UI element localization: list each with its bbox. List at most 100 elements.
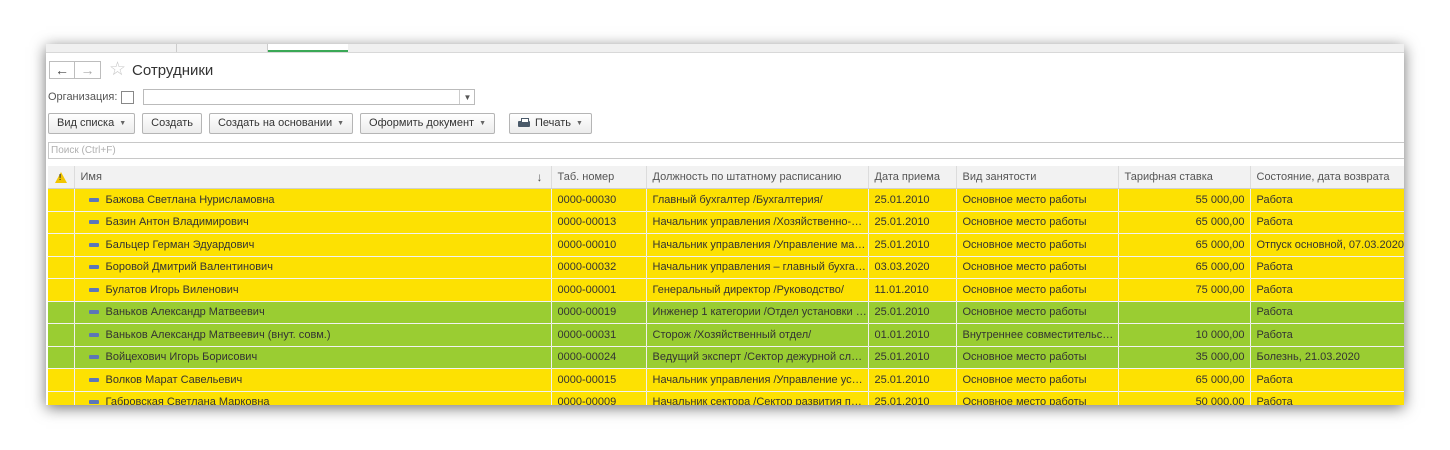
star-icon[interactable]: ☆ bbox=[109, 60, 126, 79]
employees-window: ← → ☆ Сотрудники Организация: ▼ Вид спис… bbox=[46, 44, 1404, 405]
column-header-employment-type[interactable]: Вид занятости bbox=[956, 166, 1119, 189]
employee-icon bbox=[88, 197, 99, 202]
cell-hire-date: 11.01.2010 bbox=[868, 278, 957, 302]
employee-icon bbox=[88, 400, 99, 405]
cell-tariff-rate: 65 000,00 bbox=[1118, 256, 1251, 279]
column-header-tab-number[interactable]: Таб. номер bbox=[551, 166, 647, 189]
employee-icon bbox=[88, 220, 99, 225]
cell-name: Боровой Дмитрий Валентинович bbox=[74, 256, 552, 279]
cell-status: Работа bbox=[1250, 301, 1404, 324]
employee-icon bbox=[88, 265, 99, 270]
back-button[interactable]: ← bbox=[49, 61, 75, 79]
employee-name: Булатов Игорь Виленович bbox=[105, 283, 239, 296]
issue-document-button[interactable]: Оформить документ ▼ bbox=[360, 112, 495, 134]
cell-tab-number: 0000-00001 bbox=[551, 278, 647, 302]
print-button[interactable]: Печать ▼ bbox=[509, 112, 592, 134]
cell-status: Работа bbox=[1250, 323, 1404, 347]
employee-icon bbox=[88, 355, 99, 360]
warning-cell bbox=[48, 211, 75, 234]
create-based-on-button[interactable]: Создать на основании ▼ bbox=[208, 112, 354, 134]
cell-name: Габровская Светлана Марковна bbox=[74, 391, 552, 405]
view-list-button[interactable]: Вид списка ▼ bbox=[48, 112, 136, 134]
cell-tab-number: 0000-00031 bbox=[551, 323, 647, 347]
column-header-tariff-rate[interactable]: Тарифная ставка bbox=[1118, 166, 1251, 189]
warning-column-header[interactable] bbox=[48, 166, 75, 189]
cell-name: Базин Антон Владимирович bbox=[74, 211, 552, 234]
employee-name: Габровская Светлана Марковна bbox=[105, 396, 270, 405]
organization-checkbox[interactable] bbox=[121, 90, 135, 104]
employee-name: Войцехович Игорь Борисович bbox=[105, 351, 258, 364]
cell-name: Бальцер Герман Эдуардович bbox=[74, 233, 552, 257]
cell-employment-type: Основное место работы bbox=[956, 391, 1119, 405]
cell-employment-type: Внутреннее совместительство bbox=[956, 323, 1119, 347]
chevron-down-icon[interactable]: ▼ bbox=[459, 90, 474, 104]
cell-hire-date: 25.01.2010 bbox=[868, 346, 957, 369]
cell-employment-type: Основное место работы bbox=[956, 233, 1119, 257]
column-header-name[interactable]: Имя ↓ bbox=[74, 166, 552, 189]
table-row[interactable]: Волков Марат Савельевич 0000-00015 Начальн… bbox=[48, 368, 1404, 392]
printer-icon bbox=[518, 118, 530, 128]
tab-active[interactable] bbox=[268, 44, 348, 52]
table-row[interactable]: Ваньков Александр Матвеевич (внут. совм.… bbox=[48, 323, 1404, 347]
search-input[interactable]: Поиск (Ctrl+F) bbox=[48, 142, 1404, 159]
cell-tariff-rate: 50 000,00 bbox=[1118, 391, 1251, 405]
warning-cell bbox=[48, 278, 75, 302]
table-row[interactable]: Войцехович Игорь Борисович 0000-00024 Веду… bbox=[48, 346, 1404, 369]
organization-select[interactable]: ▼ bbox=[143, 89, 476, 105]
cell-hire-date: 25.01.2010 bbox=[868, 188, 957, 212]
view-list-label: Вид списка bbox=[57, 117, 115, 129]
organization-filter: Организация: ▼ bbox=[48, 88, 476, 106]
employee-name: Ваньков Александр Матвеевич (внут. совм.… bbox=[105, 328, 331, 341]
table-row[interactable]: Бальцер Герман Эдуардович 0000-00010 Начал… bbox=[48, 233, 1404, 257]
create-label: Создать bbox=[151, 117, 193, 129]
cell-tab-number: 0000-00019 bbox=[551, 301, 647, 324]
chevron-down-icon: ▼ bbox=[576, 119, 583, 127]
cell-employment-type: Основное место работы bbox=[956, 301, 1119, 324]
toolbar: Вид списка ▼ Создать Создать на основании… bbox=[48, 112, 599, 134]
column-header-status[interactable]: Состояние, дата возврата bbox=[1250, 166, 1404, 189]
employee-name: Волков Марат Савельевич bbox=[105, 373, 243, 386]
cell-tab-number: 0000-00009 bbox=[551, 391, 647, 405]
cell-name: Войцехович Игорь Борисович bbox=[74, 346, 552, 369]
cell-hire-date: 03.03.2020 bbox=[868, 256, 957, 279]
table-row[interactable]: Булатов Игорь Виленович 0000-00001 Генерал… bbox=[48, 278, 1404, 302]
cell-hire-date: 25.01.2010 bbox=[868, 368, 957, 392]
cell-status: Работа bbox=[1250, 368, 1404, 392]
table-header: Имя ↓ Таб. номер Должность по штатному ра… bbox=[48, 166, 1404, 189]
cell-position: Инженер 1 категории /Отдел установки и э… bbox=[646, 301, 869, 324]
cell-position: Начальник управления – главный бухгалт..… bbox=[646, 256, 869, 279]
cell-name: Бажова Светлана Нурисламовна bbox=[74, 188, 552, 212]
cell-tariff-rate: 65 000,00 bbox=[1118, 211, 1251, 234]
column-header-position[interactable]: Должность по штатному расписанию bbox=[646, 166, 869, 189]
tab-inactive[interactable] bbox=[176, 44, 268, 52]
create-based-on-label: Создать на основании bbox=[217, 117, 333, 129]
warning-cell bbox=[48, 256, 75, 279]
employee-name: Бажова Светлана Нурисламовна bbox=[105, 193, 275, 206]
cell-status: Работа bbox=[1250, 188, 1404, 212]
issue-document-label: Оформить документ bbox=[369, 117, 475, 129]
forward-button[interactable]: → bbox=[75, 61, 101, 79]
cell-status: Работа bbox=[1250, 256, 1404, 279]
warning-cell bbox=[48, 323, 75, 347]
cell-tariff-rate: 35 000,00 bbox=[1118, 346, 1251, 369]
table-row[interactable]: Боровой Дмитрий Валентинович 0000-00032 На… bbox=[48, 256, 1404, 279]
cell-tab-number: 0000-00032 bbox=[551, 256, 647, 279]
warning-cell bbox=[48, 391, 75, 405]
cell-position: Главный бухгалтер /Бухгалтерия/ bbox=[646, 188, 869, 212]
cell-tab-number: 0000-00015 bbox=[551, 368, 647, 392]
chevron-down-icon: ▼ bbox=[479, 119, 486, 127]
employee-icon bbox=[88, 310, 99, 315]
employee-name: Бальцер Герман Эдуардович bbox=[105, 238, 255, 251]
sort-down-icon: ↓ bbox=[536, 170, 543, 184]
table-row[interactable]: Габровская Светлана Марковна 0000-00009 На… bbox=[48, 391, 1404, 405]
cell-employment-type: Основное место работы bbox=[956, 368, 1119, 392]
table-row[interactable]: Базин Антон Владимирович 0000-00013 Началь… bbox=[48, 211, 1404, 234]
column-header-hire-date[interactable]: Дата приема bbox=[868, 166, 957, 189]
warning-cell bbox=[48, 188, 75, 212]
cell-status: Отпуск основной, 07.03.2020 bbox=[1250, 233, 1404, 257]
create-button[interactable]: Создать bbox=[142, 112, 202, 134]
table-row[interactable]: Ваньков Александр Матвеевич 0000-00019 Инж… bbox=[48, 301, 1404, 324]
cell-tariff-rate: 65 000,00 bbox=[1118, 233, 1251, 257]
cell-status: Болезнь, 21.03.2020 bbox=[1250, 346, 1404, 369]
table-row[interactable]: Бажова Светлана Нурисламовна 0000-00030 Гл… bbox=[48, 188, 1404, 212]
